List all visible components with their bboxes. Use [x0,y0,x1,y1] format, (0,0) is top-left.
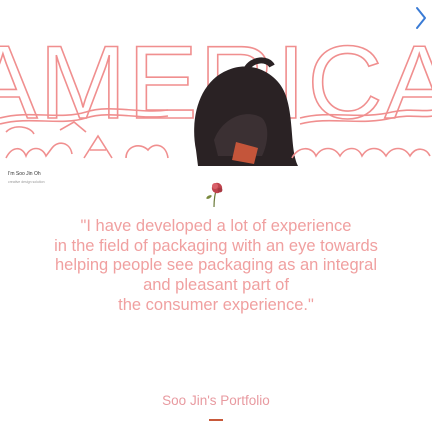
hero-illustration: AMERICA [0,7,432,166]
intro-tagline: creative design solution [8,180,45,184]
flower-icon [206,182,223,208]
quote-line: in the field of packaging with an eye to… [54,236,378,255]
quote-block: "I have developed a lot of experience in… [0,217,432,316]
quote-line: and pleasant part of [143,276,289,295]
quote-line: the consumer experience." [118,295,314,314]
quote-line: "I have developed a lot of experience [80,217,352,235]
intro-name: I'm Soo Jin Oh [8,171,41,177]
title-underline [209,419,223,421]
quote-line: helping people see packaging as an integ… [55,256,377,275]
portfolio-title: Soo Jin's Portfolio [162,393,270,408]
hero-banner: AMERICA [0,0,432,176]
